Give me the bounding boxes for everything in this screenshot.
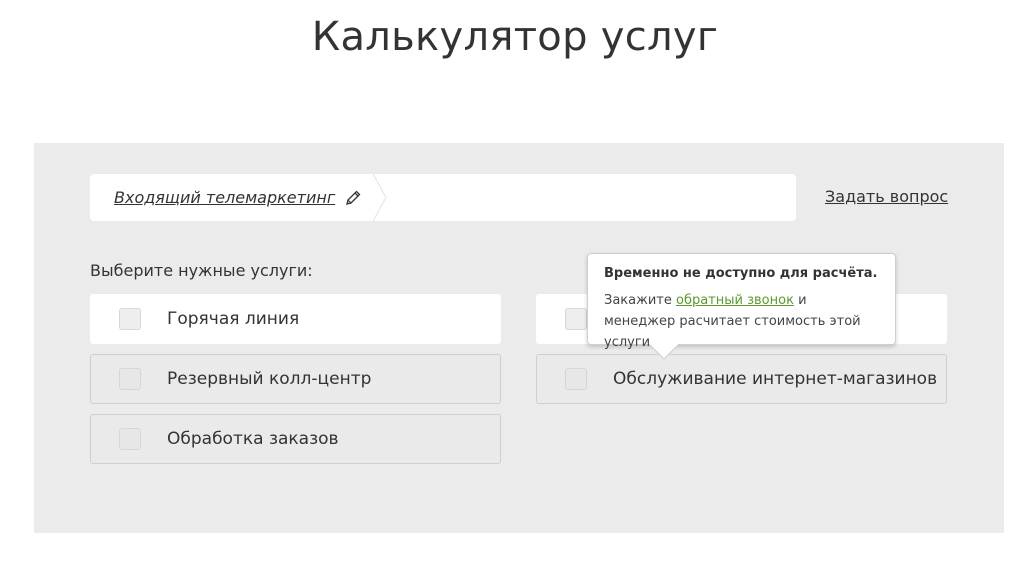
ask-question-link[interactable]: Задать вопрос	[825, 187, 948, 206]
breadcrumb-item-current[interactable]: Входящий телемаркетинг	[90, 174, 386, 221]
service-checkbox[interactable]	[565, 368, 587, 390]
service-checkbox[interactable]	[119, 308, 141, 330]
page-title: Калькулятор услуг	[311, 14, 719, 60]
service-checkbox[interactable]	[119, 368, 141, 390]
service-checkbox[interactable]	[119, 428, 141, 450]
service-order-processing[interactable]: Обработка заказов	[90, 414, 501, 464]
service-label: Обслуживание интернет-магазинов	[613, 369, 938, 389]
services-heading: Выберите нужные услуги:	[90, 261, 313, 280]
tooltip-arrow	[649, 344, 679, 360]
breadcrumb: Входящий телемаркетинг	[90, 174, 796, 221]
tooltip-title: Временно не доступно для расчёта.	[604, 266, 878, 281]
service-label: Горячая линия	[167, 309, 300, 329]
callback-link[interactable]: обратный звонок	[676, 293, 794, 308]
tooltip-body: Закажите обратный звонок и менеджер расч…	[604, 290, 879, 353]
service-hotline[interactable]: Горячая линия	[90, 294, 501, 344]
breadcrumb-divider	[373, 174, 387, 221]
service-label: Резервный колл-центр	[167, 369, 372, 389]
unavailable-tooltip: Временно не доступно для расчёта. Закажи…	[587, 253, 896, 350]
tooltip-text-before: Закажите	[604, 293, 676, 308]
service-backup-callcenter[interactable]: Резервный колл-центр	[90, 354, 501, 404]
pencil-icon[interactable]	[344, 189, 362, 207]
service-label: Обработка заказов	[167, 429, 339, 449]
breadcrumb-label[interactable]: Входящий телемаркетинг	[114, 188, 335, 207]
service-checkbox[interactable]	[565, 308, 587, 330]
service-ecommerce[interactable]: Обслуживание интернет-магазинов	[536, 354, 947, 404]
